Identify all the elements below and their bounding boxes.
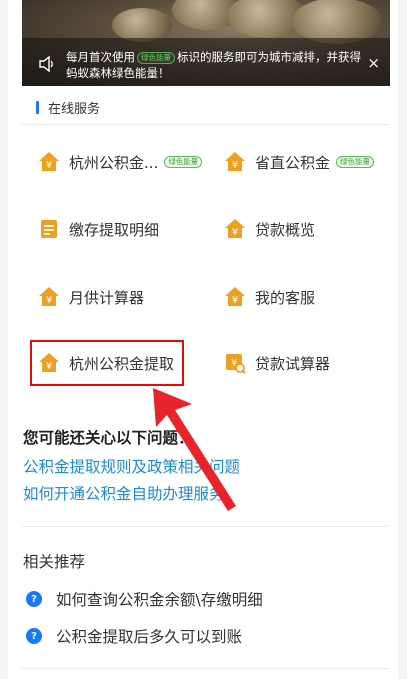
service-item[interactable]: ¥ 省直公积金 绿色能量 bbox=[224, 151, 376, 173]
document-list-icon bbox=[41, 220, 57, 238]
yuan-house-icon: ¥ bbox=[225, 152, 245, 171]
green-energy-tag: 绿色能量 bbox=[164, 156, 203, 168]
yuan-house-icon: ¥ bbox=[39, 287, 59, 306]
svg-text:¥: ¥ bbox=[232, 160, 238, 171]
recommend-item[interactable]: ? 如何查询公积金余额\存缴明细 bbox=[26, 588, 263, 610]
green-energy-tag: 绿色能量 bbox=[137, 52, 175, 64]
question-icon: ? bbox=[26, 628, 42, 644]
svg-text:¥: ¥ bbox=[46, 160, 52, 171]
recommend-title: 相关推荐 bbox=[23, 553, 86, 571]
speaker-icon bbox=[39, 56, 53, 72]
page: 每月首次使用 绿色能量 标识的服务即可为城市减排，并获得蚂蚁森林绿色能量！ × 在线… bbox=[0, 0, 407, 679]
yuan-house-icon: ¥ bbox=[225, 287, 245, 306]
coin-image bbox=[112, 8, 172, 42]
svg-text:¥: ¥ bbox=[232, 295, 238, 306]
service-label: 月供计算器 bbox=[69, 288, 145, 307]
section-header: 在线服务 bbox=[36, 98, 101, 117]
recommend-label: 公积金提取后多久可以到账 bbox=[56, 628, 243, 646]
service-label: 贷款试算器 bbox=[255, 354, 331, 373]
service-item[interactable]: ¥ 月供计算器 bbox=[38, 286, 144, 308]
service-item[interactable]: 缴存提取明细 bbox=[38, 218, 159, 240]
green-energy-tag: 绿色能量 bbox=[336, 156, 375, 168]
service-label: 我的客服 bbox=[255, 288, 316, 307]
divider bbox=[22, 668, 390, 669]
yuan-house-icon: ¥ bbox=[39, 152, 59, 171]
section-title: 在线服务 bbox=[48, 101, 101, 117]
yuan-house-icon: ¥ bbox=[225, 219, 245, 238]
section-bar bbox=[36, 100, 39, 114]
service-label: 贷款概览 bbox=[255, 220, 316, 239]
close-icon[interactable]: × bbox=[367, 54, 380, 72]
service-item[interactable]: ¥ 我的客服 bbox=[224, 286, 315, 308]
highlight-box bbox=[30, 340, 184, 386]
recommend-item[interactable]: ? 公积金提取后多久可以到账 bbox=[26, 625, 242, 647]
question-icon: ? bbox=[26, 591, 42, 607]
banner[interactable]: 每月首次使用 绿色能量 标识的服务即可为城市减排，并获得蚂蚁森林绿色能量！ × bbox=[22, 0, 390, 86]
service-label: 杭州公积金... bbox=[69, 153, 159, 172]
service-item[interactable]: ¥ 贷款概览 bbox=[224, 218, 315, 240]
question-link[interactable]: 如何开通公积金自助办理服务 bbox=[23, 482, 225, 504]
service-item[interactable]: ¥ 杭州公积金... 绿色能量 bbox=[38, 151, 204, 173]
divider bbox=[22, 124, 390, 125]
questions-title: 您可能还关心以下问题： bbox=[23, 429, 194, 447]
service-item[interactable]: ¥ 贷款试算器 bbox=[224, 352, 330, 374]
recommend-label: 如何查询公积金余额\存缴明细 bbox=[56, 591, 263, 609]
notice-text: 每月首次使用 bbox=[66, 50, 135, 64]
divider bbox=[22, 526, 390, 527]
service-label: 省直公积金 bbox=[255, 153, 331, 172]
svg-text:¥: ¥ bbox=[232, 227, 238, 238]
loan-calculator-icon: ¥ bbox=[226, 354, 246, 374]
svg-text:¥: ¥ bbox=[46, 295, 52, 306]
banner-notice: 每月首次使用 绿色能量 标识的服务即可为城市减排，并获得蚂蚁森林绿色能量！ bbox=[66, 49, 366, 81]
question-link[interactable]: 公积金提取规则及政策相关问题 bbox=[23, 455, 240, 477]
service-label: 缴存提取明细 bbox=[69, 220, 160, 239]
